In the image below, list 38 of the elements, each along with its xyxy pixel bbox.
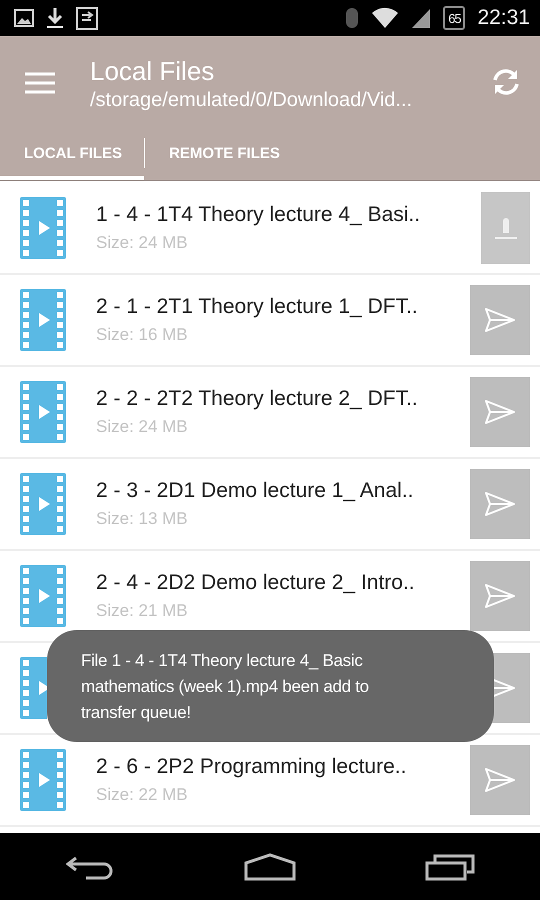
file-size: Size: 16 MB — [96, 325, 189, 345]
send-icon — [484, 491, 516, 517]
send-icon — [484, 583, 516, 609]
signal-icon — [411, 7, 432, 29]
toast-message: File 1 - 4 - 1T4 Theory lecture 4_ Basic mathematics (week 1).mp4 been add to transfer queue! — [47, 630, 494, 742]
file-name: 2 - 4 - 2D2 Demo lecture 2_ Intro.. — [96, 571, 416, 595]
send-icon — [484, 767, 516, 793]
file-name: 2 - 2 - 2T2 Theory lecture 2_ DFT.. — [96, 387, 419, 411]
video-file-icon — [20, 197, 66, 259]
download-icon — [46, 7, 64, 29]
upload-icon — [494, 215, 516, 241]
clock: 22:31 — [477, 6, 530, 30]
file-size: Size: 24 MB — [96, 233, 189, 253]
tab[interactable]: LOCAL FILES — [0, 130, 144, 180]
video-file-icon — [20, 565, 66, 627]
file-size: Size: 22 MB — [96, 785, 189, 805]
file-size: Size: 21 MB — [96, 601, 189, 621]
video-file-icon — [20, 289, 66, 351]
file-name: 2 - 1 - 2T1 Theory lecture 1_ DFT.. — [96, 295, 419, 319]
file-name: 2 - 3 - 2D1 Demo lecture 1_ Anal.. — [96, 479, 414, 503]
wifi-icon — [371, 7, 400, 29]
video-file-icon — [20, 473, 66, 535]
file-name: 2 - 6 - 2P2 Programming lecture.. — [96, 755, 408, 779]
video-file-icon — [20, 657, 47, 719]
battery-icon: 65 — [443, 6, 466, 30]
tab[interactable]: REMOTE FILES — [145, 130, 302, 180]
video-file-icon — [20, 749, 66, 811]
file-size: Size: 24 MB — [96, 417, 189, 437]
clipboard-icon — [76, 6, 98, 30]
toolbar-title: Local Files — [90, 54, 216, 86]
file-size: Size: 13 MB — [96, 509, 189, 529]
send-icon — [484, 399, 516, 425]
image-icon — [14, 9, 34, 27]
file-name: 1 - 4 - 1T4 Theory lecture 4_ Basi.. — [96, 203, 422, 227]
upload-button[interactable] — [481, 192, 530, 264]
video-file-icon — [20, 381, 66, 443]
send-icon — [484, 307, 516, 333]
folder-path: /storage/emulated/0/Download/Vid... — [90, 88, 414, 112]
